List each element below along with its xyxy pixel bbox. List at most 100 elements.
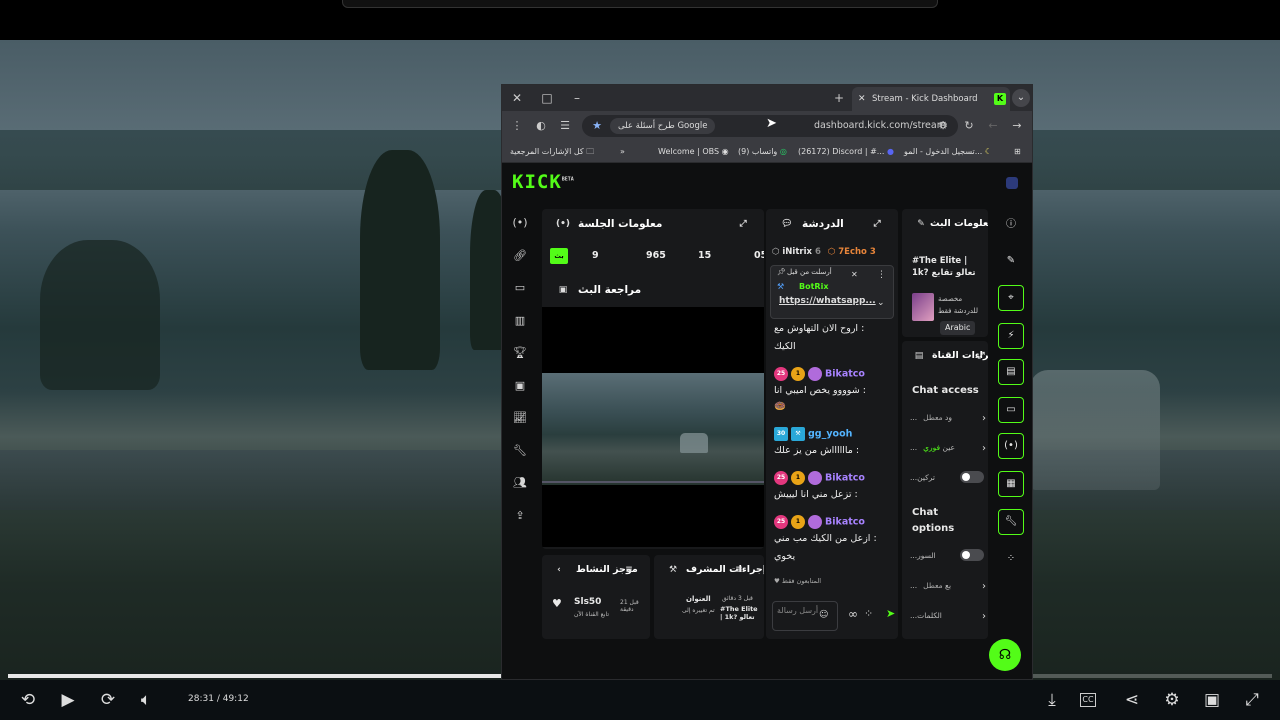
popout-icon[interactable]: ⤢ — [974, 349, 988, 363]
forward-10-icon[interactable]: ⟳ — [96, 688, 120, 712]
bookmark-whatsapp[interactable]: (9) واتساب ◎ — [738, 141, 787, 163]
stream-preview[interactable] — [542, 307, 764, 547]
download-icon[interactable]: ⤓ — [1040, 688, 1064, 712]
menu-kebab-icon[interactable]: ⋮ — [508, 117, 526, 135]
chat-username[interactable]: Bikatco — [825, 517, 865, 528]
pinned-message[interactable]: 📌︎ أرسلت من قبل ✕ ⋮ ⚒ BotRix https://wha… — [770, 265, 894, 319]
close-tab-icon[interactable]: ✕ — [858, 87, 866, 111]
info-icon[interactable]: ⓘ — [998, 213, 1024, 239]
discord-icon: ● — [886, 147, 894, 156]
heart-icon: ♥ — [552, 597, 562, 610]
obs-icon: ◉ — [721, 147, 729, 156]
chat-access-row[interactable]: ...ود معطل › — [910, 413, 986, 424]
google-lens-button[interactable]: طرح أسئلة على Google — [610, 118, 716, 134]
popout-icon[interactable]: ⤢ — [736, 217, 750, 231]
share-icon[interactable]: ⋖ — [1120, 688, 1144, 712]
settings-icon[interactable]: ⚙ — [1160, 688, 1184, 712]
bookmark-login[interactable]: تسجيل الدخول - المو... ☾ — [904, 141, 992, 163]
link-icon[interactable]: 🔗︎ — [506, 240, 534, 273]
stream-info-panel: معلومات البث ✎ #The Elite | 1k? تعالو تق… — [902, 209, 988, 337]
toggle-switch[interactable] — [960, 471, 984, 483]
support-button[interactable]: ☊ — [989, 639, 1021, 671]
tab-search-icon[interactable]: ⌄ — [1012, 89, 1030, 107]
document-icon[interactable]: ▤ — [998, 359, 1024, 385]
apps-icon[interactable]: ⁘ — [998, 547, 1024, 573]
expand-icon[interactable]: ⌄ — [877, 298, 885, 308]
layout-icon[interactable]: ▦ — [998, 471, 1024, 497]
bookmarks-overflow-icon[interactable]: » — [620, 141, 625, 163]
chart-icon[interactable]: 📈︎ — [506, 402, 534, 435]
kick-dashboard: KICKBETA (•) 🔗︎ ▭ ▥ 🏆︎ ▣ 📈︎ 🔧︎ 👥︎ ⇪ معلو… — [502, 163, 1032, 679]
edit-icon[interactable]: ✎ — [914, 217, 928, 231]
activity-time: قبل 21 دقيقة — [620, 599, 639, 613]
chat-option-row[interactable]: ...السور — [910, 549, 986, 561]
chat-access-row[interactable]: ...تركين — [910, 471, 986, 483]
unpin-icon[interactable]: ✕ — [851, 270, 858, 279]
toggle-switch[interactable] — [960, 549, 984, 561]
filter-icon[interactable]: ≡ — [732, 563, 746, 577]
minimize-window-icon[interactable]: – — [568, 89, 586, 107]
lightning-icon[interactable]: ⚡︎ — [998, 323, 1024, 349]
target-icon[interactable]: ⌖ — [998, 285, 1024, 311]
pip-icon[interactable]: ▣ — [1200, 688, 1224, 712]
new-tab-icon[interactable]: + — [830, 89, 848, 107]
popout-icon[interactable]: ⤢ — [870, 217, 884, 231]
broadcast-icon[interactable]: (•) — [998, 433, 1024, 459]
apps-grid-icon[interactable]: ⊞ — [1014, 141, 1021, 163]
forward-icon[interactable]: ← — [984, 117, 1002, 135]
chat-icon[interactable]: ▭ — [998, 397, 1024, 423]
moon-icon: ☾ — [984, 147, 993, 156]
wrench-icon[interactable]: 🔧︎ — [506, 435, 534, 468]
shield-icon[interactable] — [1006, 177, 1018, 189]
reading-list-icon[interactable]: ☰ — [556, 117, 574, 135]
broadcast-icon[interactable]: (•) — [506, 207, 534, 240]
dots-icon[interactable]: ⁘ — [864, 607, 873, 620]
bookmark-obs[interactable]: Welcome | OBS ◉ — [658, 141, 729, 163]
volume-icon[interactable]: 🔈︎ — [134, 688, 158, 712]
chat-username[interactable]: Bikatco — [825, 473, 865, 484]
stream-info-header: معلومات البث ✎ — [902, 209, 988, 239]
chat-option-row[interactable]: ...بع معطل › — [910, 581, 986, 592]
activity-user: Sls50 — [574, 597, 602, 607]
maximize-window-icon[interactable]: □ — [538, 89, 556, 107]
close-window-icon[interactable]: ✕ — [508, 89, 526, 107]
emoji-icon[interactable]: ☺ — [819, 610, 828, 621]
replay-10-icon[interactable]: ⟲ — [16, 688, 40, 712]
send-icon[interactable]: ➤ — [886, 607, 895, 620]
tab-kick-dashboard[interactable]: ✕ Stream - Kick Dashboard K — [852, 87, 1010, 111]
chat-username[interactable]: gg_yooh — [808, 429, 852, 440]
site-settings-icon[interactable]: ⚙ — [934, 117, 952, 135]
chat-username[interactable]: Bikatco — [825, 369, 865, 380]
more-icon[interactable]: ⋮ — [877, 270, 886, 280]
bookmark-discord[interactable]: (26172) Discord | #... ● — [798, 141, 894, 163]
captions-icon[interactable]: CC — [1080, 693, 1096, 707]
chat-input[interactable]: أرسل رسالة ☺ — [772, 601, 838, 631]
pinned-link[interactable]: https://whatsapp... — [779, 296, 876, 306]
kick-logo[interactable]: KICKBETA — [512, 171, 574, 193]
bookmark-star-icon[interactable]: ★ — [588, 117, 606, 135]
pencil-icon[interactable]: ✎ — [998, 249, 1024, 275]
profile-icon[interactable]: ◐ — [532, 117, 550, 135]
analytics-icon[interactable]: ▥ — [506, 305, 534, 338]
chat-line: شوووو يخص اميبي انا : — [774, 385, 866, 396]
bookmark-all[interactable]: كل الإشارات المرجعية 🗀︎ — [510, 141, 594, 163]
chat-option-row[interactable]: ...الكلمات › — [910, 611, 986, 622]
fullscreen-icon[interactable]: ⤢ — [1240, 688, 1264, 712]
play-icon[interactable]: ▶ — [56, 688, 80, 712]
row-label: ...تركين — [910, 473, 935, 482]
media-icon[interactable]: ▣ — [506, 370, 534, 403]
chat-access-row[interactable]: ...عين فوري › — [910, 443, 986, 454]
wrench-icon[interactable]: 🔧︎ — [998, 509, 1024, 535]
stat-value: 965 — [646, 250, 666, 261]
bookmark-login-label: تسجيل الدخول - المو... — [904, 147, 983, 156]
trophy-icon[interactable]: 🏆︎ — [506, 337, 534, 370]
infinity-icon[interactable]: ∞ — [848, 607, 858, 621]
users-icon[interactable]: 👥︎ — [506, 467, 534, 500]
back-icon[interactable]: → — [1008, 117, 1026, 135]
activity-action: تابع القناة الآن — [574, 611, 609, 618]
filter-icon[interactable]: ≡ — [622, 563, 636, 577]
window-icon[interactable]: ▭ — [506, 272, 534, 305]
mod-action-heading: العنوان — [686, 595, 711, 603]
reload-icon[interactable]: ↻ — [960, 117, 978, 135]
upload-icon[interactable]: ⇪ — [506, 500, 534, 533]
